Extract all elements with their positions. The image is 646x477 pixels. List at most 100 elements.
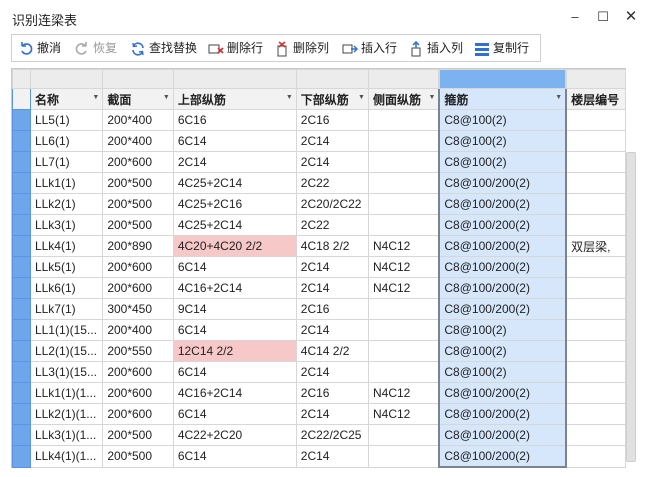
table-cell[interactable]: 4C16+2C14 xyxy=(172,277,297,299)
filter-dropdown-icon[interactable]: ▼ xyxy=(92,94,99,101)
redo-button[interactable]: 恢复 xyxy=(74,35,117,61)
table-cell[interactable]: 2C14 xyxy=(172,151,297,173)
table-cell[interactable]: 200*500 xyxy=(102,214,174,236)
table-cell[interactable]: 2C16 xyxy=(295,382,369,404)
table-cell[interactable]: C8@100(2) xyxy=(438,361,568,383)
table-cell[interactable] xyxy=(565,214,626,236)
table-cell[interactable]: LL5(1) xyxy=(29,109,104,131)
table-cell[interactable]: 2C14 xyxy=(295,256,369,278)
table-cell[interactable]: 12C14 2/2 xyxy=(172,340,297,362)
table-cell[interactable]: 4C20+4C20 2/2 xyxy=(172,235,297,257)
column-bar-cell[interactable] xyxy=(102,69,174,89)
column-header[interactable]: 名称 ▼ xyxy=(29,88,104,110)
table-cell[interactable]: 4C16+2C14 xyxy=(172,382,297,404)
table-cell[interactable] xyxy=(565,403,626,425)
table-cell[interactable]: 2C14 xyxy=(295,403,369,425)
undo-button[interactable]: 撤消 xyxy=(18,35,61,61)
table-cell[interactable]: 200*600 xyxy=(102,403,174,425)
table-cell[interactable]: C8@100(2) xyxy=(438,109,568,131)
row-selector[interactable] xyxy=(12,172,31,194)
table-cell[interactable]: LL2(1)(15... xyxy=(29,340,104,362)
table-cell[interactable]: 200*400 xyxy=(102,109,174,131)
row-selector[interactable] xyxy=(12,214,31,236)
row-selector[interactable] xyxy=(12,382,31,404)
table-cell[interactable]: 2C16 xyxy=(295,298,369,320)
filter-dropdown-icon[interactable]: ▼ xyxy=(286,94,293,101)
table-cell[interactable]: 6C14 xyxy=(172,361,297,383)
column-header[interactable]: 截面 ▼ xyxy=(102,88,174,110)
table-cell[interactable]: 2C14 xyxy=(295,319,369,341)
row-selector[interactable] xyxy=(12,403,31,425)
table-row[interactable]: LLk4(1) 200*890 4C20+4C20 2/2 4C18 2/2 N4C12… xyxy=(12,235,626,257)
table-cell[interactable]: 4C25+2C14 xyxy=(172,214,297,236)
table-row[interactable]: LLk2(1)(1... 200*600 6C14 2C14 N4C12 C8@100/2… xyxy=(12,403,626,425)
table-cell[interactable] xyxy=(565,298,626,320)
table-cell[interactable]: C8@100/200(2) xyxy=(438,193,568,215)
table-cell[interactable]: LL6(1) xyxy=(29,130,104,152)
table-cell[interactable]: 6C14 xyxy=(172,403,297,425)
column-header[interactable]: 上部纵筋 ▼ xyxy=(172,88,297,110)
row-selector[interactable] xyxy=(12,445,31,468)
table-cell[interactable]: 200*500 xyxy=(102,445,174,468)
row-selector[interactable] xyxy=(12,193,31,215)
table-cell[interactable]: 2C22 xyxy=(295,172,369,194)
table-row[interactable]: LL3(1)(15... 200*600 6C14 2C14 C8@100(2) xyxy=(12,361,626,383)
table-cell[interactable]: C8@100/200(2) xyxy=(438,172,568,194)
table-cell[interactable] xyxy=(565,151,626,173)
table-cell[interactable]: C8@100/200(2) xyxy=(438,403,568,425)
table-cell[interactable]: 200*400 xyxy=(102,130,174,152)
table-cell[interactable]: 200*500 xyxy=(102,424,174,446)
table-cell[interactable] xyxy=(565,424,626,446)
table-cell[interactable]: 200*600 xyxy=(102,382,174,404)
column-header[interactable]: 侧面纵筋 ▼ xyxy=(367,88,440,110)
table-cell[interactable] xyxy=(565,277,626,299)
table-cell[interactable]: 4C22+2C20 xyxy=(172,424,297,446)
table-cell[interactable]: 2C22/2C25 xyxy=(295,424,369,446)
filter-dropdown-icon[interactable]: ▼ xyxy=(555,94,562,101)
table-cell[interactable]: 6C16 xyxy=(172,109,297,131)
table-cell[interactable]: C8@100(2) xyxy=(438,130,568,152)
filter-dropdown-icon[interactable]: ▼ xyxy=(358,94,365,101)
table-cell[interactable]: 300*450 xyxy=(102,298,174,320)
table-cell[interactable]: N4C12 xyxy=(367,256,440,278)
table-cell[interactable]: 6C14 xyxy=(172,130,297,152)
table-cell[interactable]: C8@100/200(2) xyxy=(438,235,568,257)
row-selector[interactable] xyxy=(12,88,31,110)
table-cell[interactable]: 2C14 xyxy=(295,445,369,468)
table-cell[interactable]: 200*600 xyxy=(102,361,174,383)
table-row[interactable]: LL2(1)(15... 200*550 12C14 2/2 4C14 2/2 C8@1… xyxy=(12,340,626,362)
table-cell[interactable]: 200*600 xyxy=(102,151,174,173)
column-bar-cell[interactable] xyxy=(29,69,104,89)
table-cell[interactable] xyxy=(565,340,626,362)
find-replace-button[interactable]: 查找替换 xyxy=(130,35,197,61)
column-bar-cell[interactable] xyxy=(295,69,369,89)
table-row[interactable]: LL6(1) 200*400 6C14 2C14 C8@100(2) xyxy=(12,130,626,152)
row-selector[interactable] xyxy=(12,256,31,278)
table-cell[interactable]: 4C25+2C14 xyxy=(172,172,297,194)
table-cell[interactable]: C8@100(2) xyxy=(438,340,568,362)
table-cell[interactable]: 2C20/2C22 xyxy=(295,193,369,215)
maximize-button[interactable]: ☐ xyxy=(593,8,613,26)
table-row[interactable]: LLk1(1)(1... 200*600 4C16+2C14 2C16 N4C12 C8@… xyxy=(12,382,626,404)
table-cell[interactable]: 2C14 xyxy=(295,277,369,299)
column-bar-cell[interactable] xyxy=(172,69,297,89)
delete-column-button[interactable]: 删除列 xyxy=(274,35,329,61)
table-row[interactable]: LL5(1) 200*400 6C16 2C16 C8@100(2) xyxy=(12,109,626,131)
table-cell[interactable]: LLk2(1)(1... xyxy=(29,403,104,425)
table-row[interactable]: LLk6(1) 200*600 4C16+2C14 2C14 N4C12 C8@100/2… xyxy=(12,277,626,299)
insert-row-button[interactable]: 插入行 xyxy=(342,35,397,61)
delete-row-button[interactable]: 删除行 xyxy=(208,35,263,61)
table-cell[interactable]: C8@100(2) xyxy=(438,151,568,173)
table-cell[interactable]: 200*890 xyxy=(102,235,174,257)
table-cell[interactable]: 2C16 xyxy=(295,109,369,131)
table-cell[interactable] xyxy=(367,445,440,468)
table-cell[interactable]: 200*500 xyxy=(102,193,174,215)
table-row[interactable]: LL7(1) 200*600 2C14 2C14 C8@100(2) xyxy=(12,151,626,173)
table-cell[interactable]: C8@100/200(2) xyxy=(438,298,568,320)
table-cell[interactable]: 200*400 xyxy=(102,319,174,341)
table-cell[interactable] xyxy=(565,130,626,152)
table-cell[interactable]: 4C25+2C16 xyxy=(172,193,297,215)
table-cell[interactable] xyxy=(565,193,626,215)
table-row[interactable]: LL1(1)(15... 200*400 6C14 2C14 C8@100(2) xyxy=(12,319,626,341)
table-row[interactable]: LLk5(1) 200*600 6C14 2C14 N4C12 C8@100/200(2) xyxy=(12,256,626,278)
